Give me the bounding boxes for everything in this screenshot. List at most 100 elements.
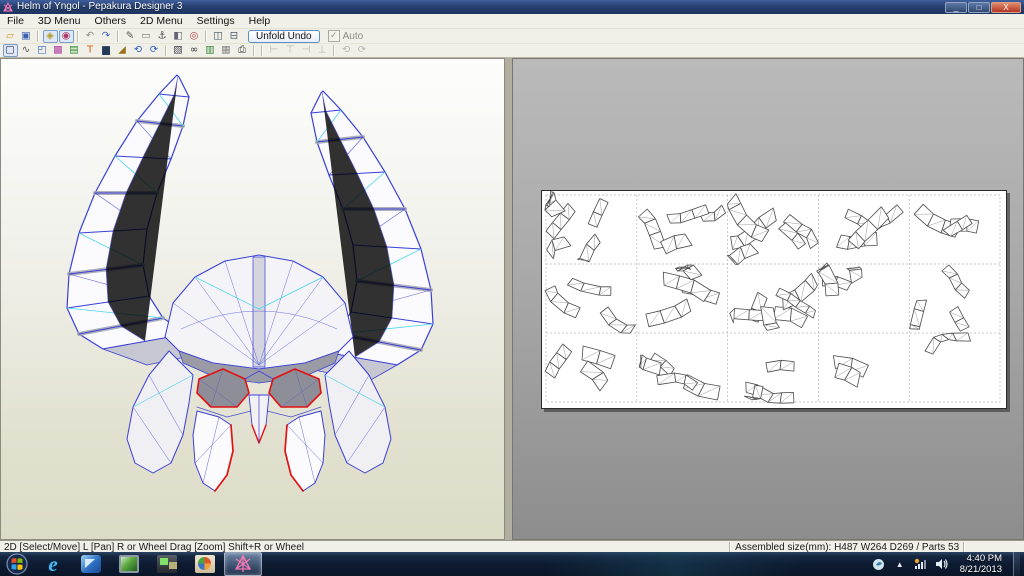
menu-item-help[interactable]: Help — [242, 14, 278, 28]
pepakura-app-icon — [3, 1, 13, 11]
pattern-part[interactable] — [587, 198, 609, 228]
anchor-icon: ⚓ — [157, 30, 167, 41]
pepakura-designer-window: Helm of Yngol - Pepakura Designer 3 _ □ … — [0, 0, 1024, 576]
pattern-sheet[interactable] — [541, 190, 1007, 409]
pattern-part[interactable] — [660, 233, 693, 255]
toolbar-separator — [253, 45, 255, 56]
hidden-icons-chevron[interactable]: ▲ — [893, 557, 907, 571]
texture-view-icon[interactable]: ▩ — [51, 44, 66, 57]
window-title: Helm of Yngol - Pepakura Designer 3 — [17, 1, 183, 12]
taskbar-app-photo-viewer[interactable] — [110, 552, 148, 576]
lasso-select-icon[interactable]: ∿ — [19, 44, 34, 57]
pattern-part[interactable] — [662, 271, 712, 302]
text-tool-icon[interactable]: T — [83, 44, 98, 57]
anchor-icon[interactable]: ⚓ — [155, 30, 170, 43]
pattern-part[interactable] — [544, 343, 573, 379]
close-button[interactable]: X — [991, 1, 1021, 13]
paint-app-icon — [195, 555, 215, 573]
system-tray: ▲ 4:40 PM 8/21/2013 — [872, 552, 1024, 576]
start-button[interactable] — [0, 552, 34, 576]
cube-view-icon: ◧ — [173, 30, 183, 41]
pattern-part[interactable] — [656, 372, 699, 391]
eraser-tool-icon[interactable]: ▭ — [139, 30, 154, 43]
select-move-icon[interactable]: ▢ — [2, 44, 18, 57]
pattern-part[interactable] — [577, 233, 601, 263]
undo-icon[interactable]: ↶ — [83, 30, 98, 43]
pattern-part[interactable] — [645, 298, 692, 328]
taskbar-clock[interactable]: 4:40 PM 8/21/2013 — [956, 553, 1006, 575]
open-file-icon[interactable]: ▱ — [3, 30, 18, 43]
photo-viewer-icon — [119, 555, 139, 573]
image-overlay-icon[interactable]: ▦ — [219, 44, 234, 57]
title-bar[interactable]: Helm of Yngol - Pepakura Designer 3 _ □ … — [0, 0, 1024, 14]
pattern-part[interactable] — [941, 264, 970, 299]
unfold-undo-button[interactable]: Unfold Undo — [248, 29, 320, 43]
layout-3d-2d-icon[interactable]: ◫ — [211, 30, 226, 43]
pattern-part[interactable] — [546, 236, 572, 260]
clock-time: 4:40 PM — [966, 553, 1002, 564]
pattern-part[interactable] — [599, 306, 636, 334]
pattern-part[interactable] — [566, 278, 612, 296]
menu-item-2d-menu[interactable]: 2D Menu — [133, 14, 190, 28]
align-bottom-icon: ⊥ — [315, 44, 330, 57]
pattern-part[interactable] — [816, 262, 840, 297]
page-setup-icon[interactable]: ▆ — [99, 44, 114, 57]
taskbar-app-internet-explorer[interactable]: e — [34, 552, 72, 576]
rotate-cw-icon[interactable]: ⟳ — [147, 44, 162, 57]
menu-bar: File 3D Menu Others 2D Menu Settings Help — [0, 14, 1024, 29]
menu-item-3d-menu[interactable]: 3D Menu — [31, 14, 88, 28]
fill-color-icon[interactable]: ◢ — [115, 44, 130, 57]
maximize-button[interactable]: □ — [968, 1, 990, 13]
pattern-part[interactable] — [544, 285, 581, 319]
helmet-3d-model[interactable] — [1, 59, 504, 539]
redo-icon: ↷ — [101, 30, 111, 41]
find-part-icon[interactable]: ∞ — [187, 44, 202, 57]
zoom-area-icon: ▧ — [173, 44, 183, 56]
show-materials-icon[interactable]: ◉ — [58, 29, 74, 43]
menu-item-file[interactable]: File — [0, 14, 31, 28]
pane-2d-pattern-view[interactable] — [512, 58, 1024, 540]
pattern-part[interactable] — [909, 299, 928, 330]
minimize-button[interactable]: _ — [945, 1, 967, 13]
lasso-select-icon: ∿ — [21, 44, 31, 56]
export-sheet-icon[interactable]: ▤ — [67, 44, 82, 57]
helmet-left-side-flap — [126, 350, 194, 474]
pane-3d-view[interactable] — [0, 58, 505, 540]
layout-2d-only-icon[interactable]: ⊟ — [227, 30, 242, 43]
show-edges-icon[interactable]: ◈ — [42, 29, 58, 43]
status-divider — [963, 542, 966, 552]
align-top-icon: ⊤ — [285, 44, 295, 56]
save-icon: ▣ — [21, 30, 31, 41]
assembled-size-text: Assembled size(mm): H487 W264 D269 / Par… — [735, 541, 960, 553]
zoom-area-icon[interactable]: ▧ — [171, 44, 186, 57]
pen-tool-icon[interactable]: ✎ — [123, 30, 138, 43]
rotate-cw-icon: ⟳ — [149, 44, 159, 56]
volume-icon[interactable] — [935, 557, 949, 571]
parts-list-icon[interactable]: ▥ — [203, 44, 218, 57]
auto-checkbox[interactable]: ✓ Auto — [327, 30, 363, 42]
menu-item-settings[interactable]: Settings — [190, 14, 242, 28]
taskbar-app-blue-modeler-app[interactable] — [72, 552, 110, 576]
pattern-part[interactable] — [765, 359, 795, 373]
pattern-part[interactable] — [924, 332, 971, 355]
auto-checkbox-box[interactable]: ✓ — [327, 30, 340, 42]
taskbar-app-pepakura-designer[interactable] — [224, 552, 262, 576]
save-icon[interactable]: ▣ — [19, 30, 34, 43]
pattern-part[interactable] — [949, 306, 970, 332]
show-desktop-button[interactable] — [1013, 552, 1020, 576]
rotate-ccw-icon[interactable]: ⟲ — [131, 44, 146, 57]
taskbar-app-paint-app[interactable] — [186, 552, 224, 576]
new-window-icon[interactable]: ◰ — [35, 44, 50, 57]
tray-app-icon[interactable] — [872, 557, 886, 571]
pane-splitter[interactable] — [505, 58, 512, 540]
menu-item-others[interactable]: Others — [88, 14, 134, 28]
pattern-part[interactable] — [729, 308, 766, 324]
layout-3d-2d-icon: ◫ — [213, 30, 223, 41]
pin-point-icon[interactable]: ◎ — [187, 30, 202, 43]
redo-icon[interactable]: ↷ — [99, 30, 114, 43]
taskbar-app-media-player[interactable] — [148, 552, 186, 576]
network-icon[interactable] — [914, 557, 928, 571]
print-icon[interactable]: ⎙ — [235, 44, 250, 57]
status-hint-text: 2D [Select/Move] L [Pan] R or Wheel Drag… — [4, 541, 305, 553]
cube-view-icon[interactable]: ◧ — [171, 30, 186, 43]
